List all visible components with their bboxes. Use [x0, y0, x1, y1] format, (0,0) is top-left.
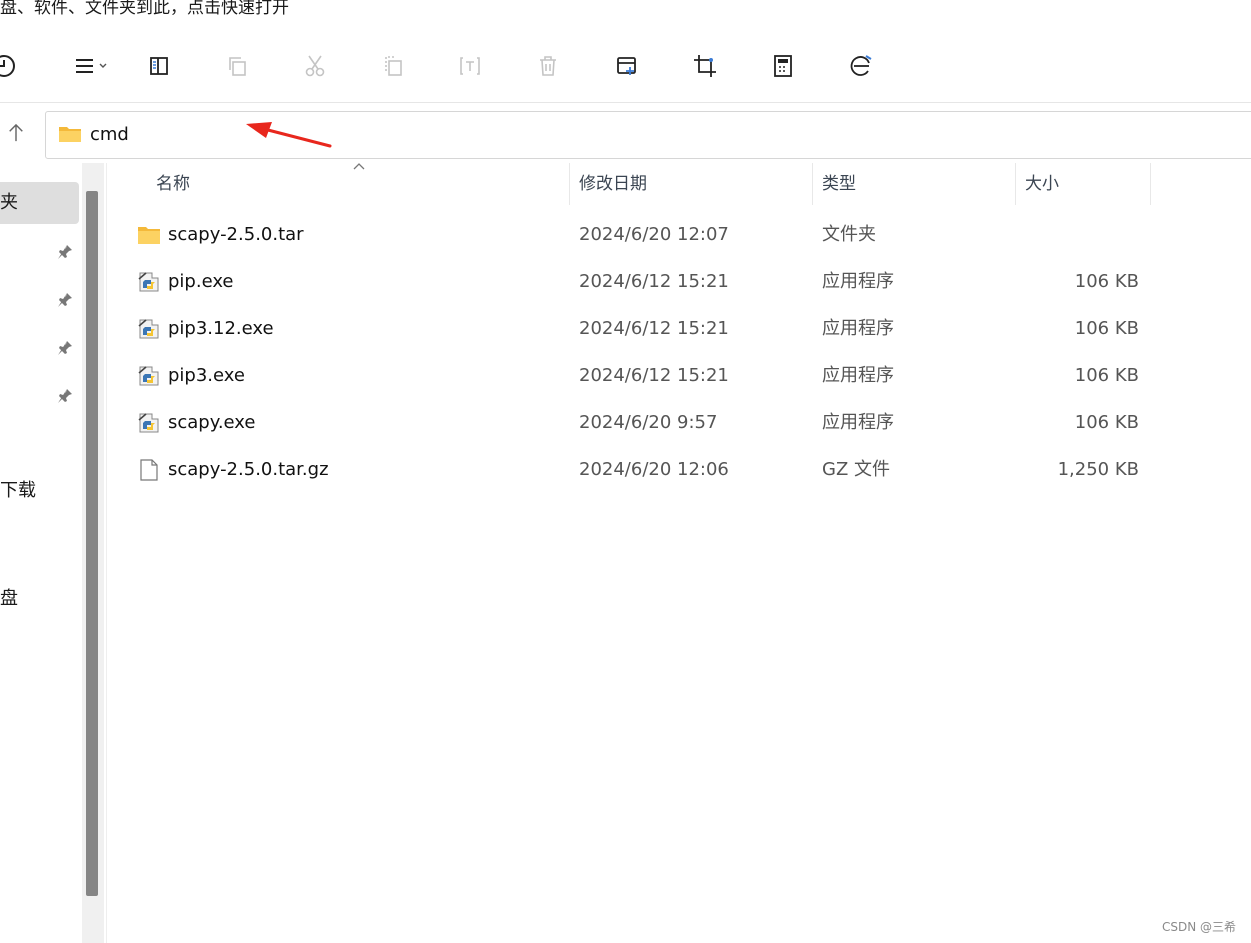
watermark: CSDN @三希	[1161, 920, 1236, 934]
list-view-icon	[76, 59, 107, 73]
red-arrow-annotation	[246, 122, 332, 148]
column-header-name[interactable]: 名称	[107, 163, 570, 205]
paste-button[interactable]	[375, 48, 411, 84]
delete-button[interactable]	[530, 48, 566, 84]
address-path: cmd	[90, 124, 129, 145]
edge-browser-icon	[850, 55, 872, 76]
window-add-icon	[617, 57, 636, 75]
rename-icon	[460, 57, 480, 75]
calculator-icon	[774, 55, 792, 77]
nav-item-disk[interactable]: 盘	[0, 587, 18, 611]
view-menu-button[interactable]	[68, 48, 114, 84]
nav-item-label: 夹	[0, 192, 18, 213]
browser-button[interactable]	[843, 48, 879, 84]
python-exe-icon	[138, 413, 159, 433]
table-row[interactable]: pip3.12.exe 2024/6/12 15:21 应用程序 106 KB	[107, 305, 1251, 352]
trash-icon	[540, 56, 556, 76]
history-button[interactable]	[0, 48, 22, 84]
python-exe-icon	[138, 272, 159, 292]
up-button[interactable]	[4, 119, 28, 147]
crop-icon	[694, 55, 716, 77]
preview-pane-button[interactable]	[141, 48, 177, 84]
cut-button[interactable]	[297, 48, 333, 84]
column-header-type[interactable]: 类型	[813, 163, 1016, 205]
rename-button[interactable]	[452, 48, 488, 84]
copy-icon	[229, 57, 246, 76]
top-hint-text: 盘、软件、文件夹到此，点击快速打开	[0, 0, 289, 18]
arrow-up-icon	[9, 123, 23, 142]
pane-icon	[150, 57, 168, 75]
table-row[interactable]: scapy-2.5.0.tar.gz 2024/6/20 12:06 GZ 文件…	[107, 446, 1251, 493]
table-row[interactable]: scapy-2.5.0.tar 2024/6/20 12:07 文件夹	[107, 211, 1251, 258]
address-bar[interactable]: cmd	[45, 111, 1251, 159]
table-row[interactable]: pip.exe 2024/6/12 15:21 应用程序 106 KB	[107, 258, 1251, 305]
nav-scrollbar-thumb[interactable]	[86, 191, 98, 896]
python-exe-icon	[138, 366, 159, 386]
nav-item-downloads[interactable]: 下载	[0, 479, 36, 503]
file-icon	[140, 459, 158, 481]
column-header-size[interactable]: 大小	[1016, 163, 1151, 205]
column-header-date[interactable]: 修改日期	[570, 163, 813, 205]
python-exe-icon	[138, 319, 159, 339]
clock-icon	[0, 55, 15, 77]
pin-icon[interactable]	[56, 387, 74, 405]
copy-button[interactable]	[219, 48, 255, 84]
table-row[interactable]: pip3.exe 2024/6/12 15:21 应用程序 106 KB	[107, 352, 1251, 399]
new-window-button[interactable]	[609, 48, 645, 84]
toolbar	[0, 30, 1251, 103]
paste-icon	[385, 56, 402, 76]
calculator-button[interactable]	[765, 48, 801, 84]
pin-icon[interactable]	[56, 291, 74, 309]
address-row: cmd	[0, 103, 1251, 163]
crop-button[interactable]	[687, 48, 723, 84]
sort-caret-icon	[353, 163, 365, 170]
folder-icon	[59, 127, 81, 142]
scissors-icon	[305, 55, 325, 77]
folder-icon	[138, 227, 160, 244]
pin-icon[interactable]	[56, 339, 74, 357]
pin-icon[interactable]	[56, 243, 74, 261]
table-row[interactable]: scapy.exe 2024/6/20 9:57 应用程序 106 KB	[107, 399, 1251, 446]
navigation-pane: 夹 下载 盘	[0, 163, 107, 943]
file-list: 名称 修改日期 类型 大小 scapy-2.5.0.tar 2024/6/20 …	[107, 163, 1251, 943]
